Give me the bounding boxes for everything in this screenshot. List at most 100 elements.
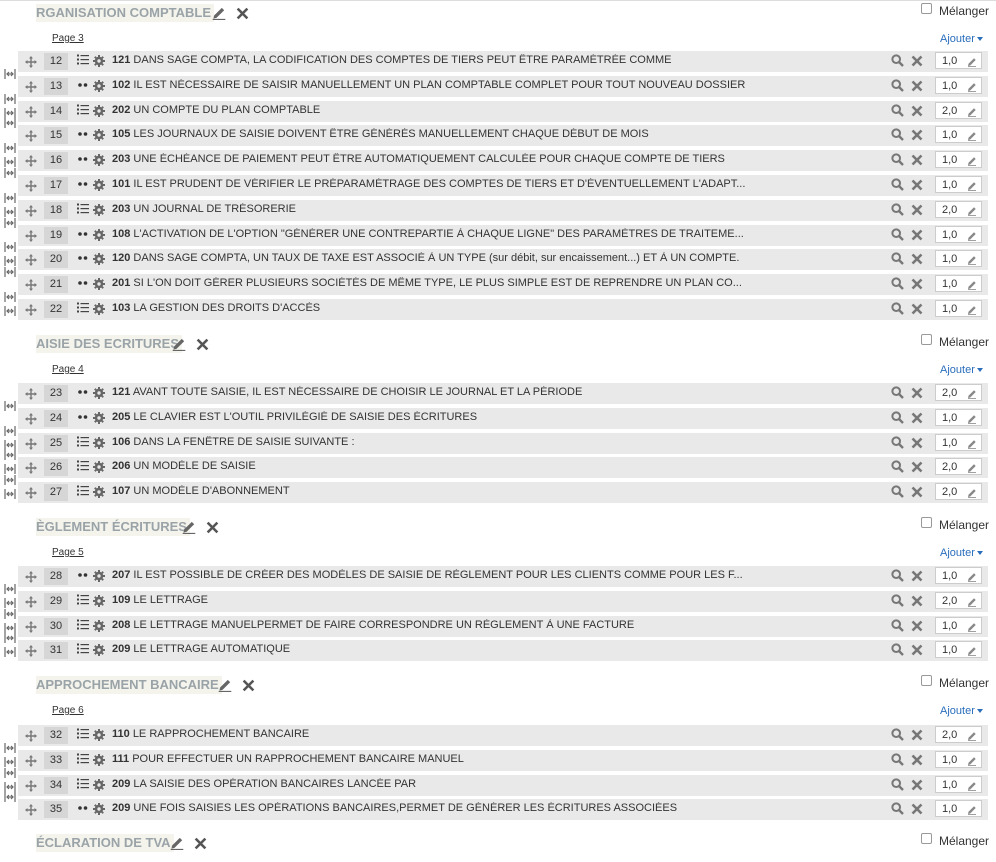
- delete-icon[interactable]: [911, 569, 923, 587]
- drag-handle-icon[interactable]: [25, 229, 37, 242]
- delete-icon[interactable]: [911, 79, 923, 97]
- edit-score-icon[interactable]: [967, 621, 977, 638]
- preview-icon[interactable]: [891, 103, 904, 122]
- question-text[interactable]: 209 LA SAISIE DES OPÉRATION BANCAIRES LA…: [112, 778, 762, 790]
- question-text[interactable]: 111 POUR EFFECTUER UN RAPPROCHEMENT BANC…: [112, 753, 762, 765]
- question-text[interactable]: 107 UN MODÈLE D'ABONNEMENT: [112, 485, 762, 497]
- edit-score-icon[interactable]: [967, 780, 977, 797]
- preview-icon[interactable]: [891, 435, 904, 454]
- question-row[interactable]: 27 107 UN MODÈLE D'ABONNEMENT 2,0: [18, 481, 988, 506]
- drag-handle-icon[interactable]: [25, 253, 37, 267]
- edit-section-icon[interactable]: [182, 520, 196, 539]
- question-text[interactable]: 203 UN JOURNAL DE TRÉSORERIE: [112, 203, 762, 215]
- delete-icon[interactable]: [911, 386, 923, 404]
- page-break-icon[interactable]: [4, 191, 16, 203]
- gear-icon[interactable]: [93, 54, 105, 67]
- edit-score-icon[interactable]: [967, 304, 977, 321]
- gear-icon[interactable]: [93, 302, 105, 315]
- page-break-icon[interactable]: [4, 304, 16, 316]
- question-text[interactable]: 206 UN MODÈLE DE SAISIE: [112, 460, 762, 472]
- question-text[interactable]: 121 AVANT TOUTE SAISIE, IL EST NÉCESSAIR…: [112, 386, 762, 398]
- edit-score-icon[interactable]: [967, 462, 977, 479]
- delete-icon[interactable]: [911, 153, 923, 171]
- question-text[interactable]: 108 L'ACTIVATION DE L'OPTION "GÉNÉRER UN…: [112, 228, 762, 240]
- question-text[interactable]: 120 DANS SAGE COMPTA, UN TAUX DE TAXE ES…: [112, 252, 762, 264]
- score-field[interactable]: 1,0: [935, 52, 982, 69]
- delete-icon[interactable]: [911, 277, 923, 295]
- delete-icon[interactable]: [911, 485, 923, 503]
- page-break-icon[interactable]: [4, 141, 16, 154]
- add-question-dropdown[interactable]: Ajouter: [940, 547, 983, 559]
- edit-score-icon[interactable]: [967, 205, 977, 222]
- score-field[interactable]: 1,0: [935, 616, 982, 634]
- question-text[interactable]: 208 LE LETTRAGE MANUELPERMET DE FAIRE CO…: [112, 619, 762, 631]
- score-field[interactable]: 2,0: [935, 591, 982, 609]
- add-question-dropdown[interactable]: Ajouter: [940, 705, 983, 717]
- preview-icon[interactable]: [891, 460, 904, 478]
- score-field[interactable]: 2,0: [935, 101, 982, 119]
- question-row[interactable]: 25 106 DANS LA FENÊTRE DE SAISIE SUIVANTE…: [18, 432, 988, 457]
- edit-score-icon[interactable]: [967, 438, 977, 455]
- page-break-icon[interactable]: [4, 67, 16, 79]
- page-break-icon[interactable]: [4, 92, 16, 104]
- edit-section-icon[interactable]: [170, 836, 184, 855]
- delete-icon[interactable]: [911, 178, 923, 196]
- delete-icon[interactable]: [911, 619, 923, 637]
- delete-icon[interactable]: [911, 594, 923, 612]
- question-text[interactable]: 105 LES JOURNAUX DE SAISIE DOIVENT ÊTRE …: [112, 128, 762, 140]
- preview-icon[interactable]: [891, 386, 904, 404]
- question-text[interactable]: 202 UN COMPTE DU PLAN COMPTABLE: [112, 104, 762, 116]
- preview-icon[interactable]: [891, 252, 904, 270]
- edit-section-icon[interactable]: [212, 6, 226, 25]
- page-link[interactable]: Page 4: [52, 364, 84, 375]
- drag-handle-icon[interactable]: [25, 595, 37, 608]
- drag-handle-icon[interactable]: [25, 570, 37, 583]
- edit-score-icon[interactable]: [967, 155, 977, 172]
- question-text[interactable]: 121 DANS SAGE COMPTA, LA CODIFICATION DE…: [112, 54, 762, 66]
- gear-icon[interactable]: [93, 619, 105, 632]
- score-field[interactable]: 1,0: [935, 275, 982, 293]
- score-field[interactable]: 2,0: [935, 200, 982, 218]
- drag-handle-icon[interactable]: [25, 620, 37, 633]
- score-field[interactable]: 2,0: [935, 483, 982, 501]
- score-field[interactable]: 2,0: [935, 726, 982, 743]
- delete-icon[interactable]: [911, 203, 923, 221]
- delete-section-icon[interactable]: [194, 837, 207, 855]
- page-link[interactable]: Page 3: [52, 33, 84, 44]
- question-row[interactable]: 21 201 SI L'ON DOIT GÉRER PLUSIEURS SOCIÉ…: [18, 273, 988, 298]
- edit-score-icon[interactable]: [967, 180, 977, 197]
- score-field[interactable]: 1,0: [935, 250, 982, 268]
- question-row[interactable]: 28 207 IL EST POSSIBLE DE CRÉER DES MODÈL…: [18, 565, 988, 590]
- delete-section-icon[interactable]: [196, 338, 209, 356]
- edit-score-icon[interactable]: [967, 56, 977, 73]
- question-row[interactable]: 30 208 LE LETTRAGE MANUELPERMET DE FAIRE …: [18, 615, 988, 640]
- gear-icon[interactable]: [93, 643, 105, 657]
- page-break-icon[interactable]: [4, 290, 16, 302]
- delete-icon[interactable]: [911, 778, 923, 796]
- edit-score-icon[interactable]: [967, 487, 977, 504]
- gear-icon[interactable]: [93, 386, 105, 399]
- question-text[interactable]: 106 DANS LA FENÊTRE DE SAISIE SUIVANTE :: [112, 436, 762, 448]
- page-break-icon[interactable]: [4, 766, 16, 778]
- drag-handle-icon[interactable]: [25, 387, 37, 400]
- preview-icon[interactable]: [891, 79, 904, 97]
- question-row[interactable]: 26 206 UN MODÈLE DE SAISIE 2,0: [18, 456, 988, 481]
- edit-score-icon[interactable]: [967, 254, 977, 271]
- score-field[interactable]: 2,0: [935, 384, 982, 401]
- page-break-icon[interactable]: [4, 645, 16, 658]
- page-break-icon[interactable]: [4, 265, 16, 278]
- page-break-icon[interactable]: [4, 582, 16, 594]
- page-break-icon[interactable]: [4, 607, 16, 619]
- gear-icon[interactable]: [93, 128, 105, 142]
- delete-icon[interactable]: [911, 436, 923, 454]
- preview-icon[interactable]: [891, 411, 904, 429]
- drag-handle-icon[interactable]: [25, 486, 37, 500]
- question-row[interactable]: 24 205 LE CLAVIER EST L'OUTIL PRIVILÉGIÉ …: [18, 407, 988, 432]
- preview-icon[interactable]: [891, 153, 904, 171]
- delete-icon[interactable]: [911, 753, 923, 771]
- edit-score-icon[interactable]: [967, 645, 977, 662]
- question-row[interactable]: 33 111 POUR EFFECTUER UN RAPPROCHEMENT BA…: [18, 749, 988, 774]
- drag-handle-icon[interactable]: [25, 55, 37, 68]
- gear-icon[interactable]: [93, 178, 105, 191]
- question-row[interactable]: 32 110 LE RAPPROCHEMENT BANCAIRE 2,0: [18, 724, 988, 749]
